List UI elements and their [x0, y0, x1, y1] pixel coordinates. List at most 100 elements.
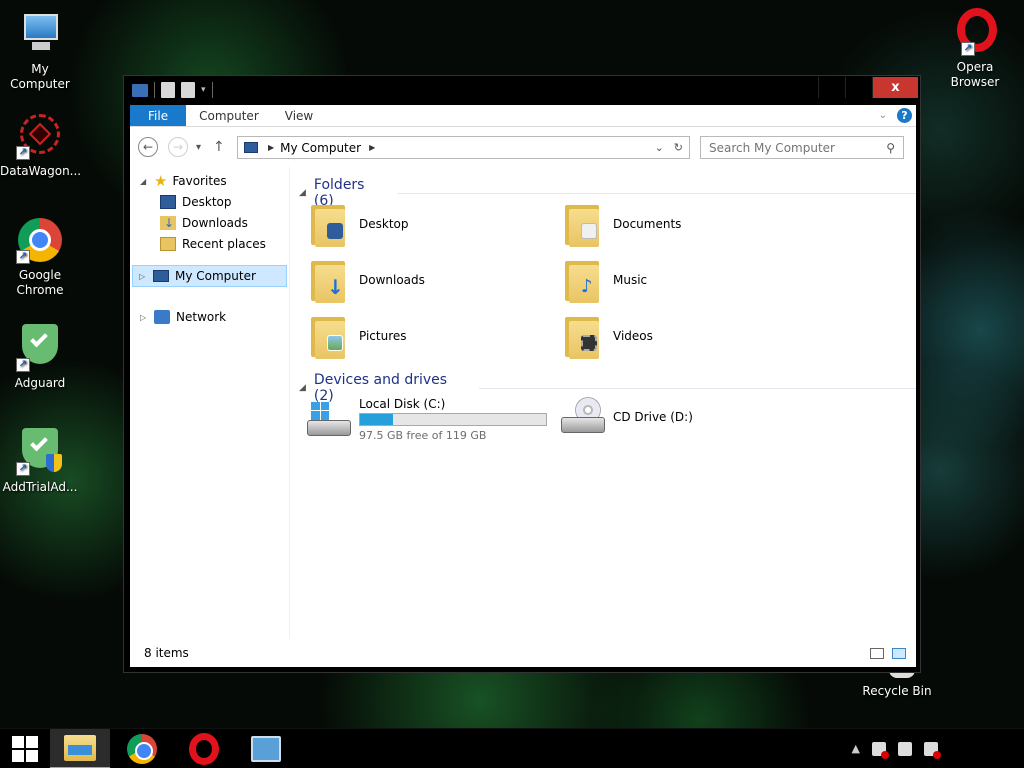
address-dropdown-icon[interactable]: ⌄ — [655, 141, 664, 154]
drive-name: Local Disk (C:) — [359, 397, 446, 411]
drive-name: CD Drive (D:) — [613, 410, 693, 424]
folder-tile-videos[interactable]: Videos — [563, 313, 653, 359]
taskbar-chrome[interactable] — [112, 729, 172, 768]
system-tray: ▲ — [852, 741, 1024, 759]
opera-icon — [189, 732, 219, 765]
nav-item-network[interactable]: ▷ Network — [140, 307, 226, 327]
control-panel-icon — [251, 735, 281, 762]
expand-icon[interactable]: ▷ — [139, 272, 149, 281]
drive-tile-local-disk[interactable]: Local Disk (C:) 97.5 GB free of 119 GB — [305, 397, 547, 442]
recent-locations-icon[interactable]: ▾ — [196, 142, 201, 153]
folder-tile-documents[interactable]: Documents — [563, 201, 681, 247]
collapse-icon[interactable]: ◢ — [299, 188, 306, 198]
network-icon — [154, 310, 170, 324]
windows-logo-icon — [12, 735, 38, 762]
close-button[interactable]: x — [872, 77, 918, 98]
taskbar-control-panel[interactable] — [236, 729, 296, 768]
cd-drive-icon — [559, 397, 607, 437]
computer-small-icon — [153, 270, 169, 282]
nav-item-favorites[interactable]: ◢ ★ Favorites — [140, 171, 227, 191]
qat-dropdown-icon[interactable]: ▾ — [201, 85, 206, 95]
computer-small-icon — [244, 142, 258, 153]
address-bar[interactable]: ▶ My Computer ▶ ⌄ ↻ — [237, 136, 690, 159]
nav-item-my-computer[interactable]: ▷ My Computer — [132, 265, 287, 287]
folder-name: Downloads — [359, 273, 425, 287]
drive-usage-bar — [359, 413, 547, 426]
up-button[interactable]: ↑ — [213, 139, 225, 155]
status-bar: 8 items — [130, 639, 916, 667]
shortcut-arrow-icon: ↗ — [16, 358, 30, 372]
group-divider — [479, 387, 916, 389]
desktop-icon-addtrial[interactable]: ↗ AddTrialAd... — [0, 428, 80, 495]
desktop-icon-label: My Computer — [10, 62, 70, 91]
folder-tile-music[interactable]: ♪ Music — [563, 257, 647, 303]
nav-item-label: Desktop — [182, 195, 232, 209]
chevron-right-icon[interactable]: ▶ — [369, 143, 375, 152]
title-bar[interactable]: ▾ x — [124, 76, 920, 104]
nav-item-downloads[interactable]: ↓ Downloads — [160, 213, 248, 233]
help-icon[interactable]: ? — [897, 108, 912, 123]
taskbar-file-explorer[interactable] — [50, 728, 110, 768]
desktop-icon — [160, 195, 176, 209]
show-hidden-icons-icon[interactable]: ▲ — [852, 742, 860, 755]
details-view-icon[interactable] — [870, 647, 884, 659]
nav-item-recent-places[interactable]: Recent places — [160, 234, 266, 254]
address-path[interactable]: My Computer — [280, 141, 361, 155]
expand-icon[interactable]: ▷ — [140, 313, 150, 322]
qat-separator — [211, 82, 213, 98]
folder-name: Documents — [613, 217, 682, 231]
tab-view[interactable]: View — [272, 105, 326, 126]
large-icons-view-icon[interactable] — [892, 647, 906, 659]
desktop-icon-adguard[interactable]: ↗ Adguard — [0, 324, 80, 391]
minimize-button[interactable] — [818, 77, 845, 98]
volume-muted-icon[interactable] — [924, 741, 941, 759]
desktop-icon-datawagon[interactable]: ↗ DataWagon... — [0, 112, 81, 179]
opera-icon: ↗ — [951, 8, 999, 56]
properties-icon[interactable] — [161, 82, 175, 98]
collapse-icon[interactable]: ◢ — [140, 177, 150, 186]
folder-tile-desktop[interactable]: Desktop — [309, 201, 409, 247]
chrome-icon — [127, 733, 157, 764]
desktop-icon-my-computer[interactable]: My Computer — [0, 10, 80, 92]
search-box[interactable]: ⚲ — [700, 136, 904, 159]
folder-name: Music — [613, 273, 648, 287]
group-divider — [398, 192, 916, 194]
action-center-icon[interactable] — [872, 741, 889, 759]
network-icon[interactable] — [898, 741, 912, 756]
window-body: ◢ ★ Favorites Desktop ↓ Downloads Recent… — [130, 167, 916, 639]
shortcut-arrow-icon: ↗ — [16, 146, 30, 160]
items-count: 8 items — [144, 646, 189, 660]
navigation-pane: ◢ ★ Favorites Desktop ↓ Downloads Recent… — [130, 167, 290, 639]
refresh-icon[interactable]: ↻ — [674, 141, 683, 154]
tab-file[interactable]: File — [130, 105, 187, 126]
computer-icon — [16, 10, 64, 58]
folder-icon — [309, 313, 347, 359]
chevron-right-icon[interactable]: ▶ — [268, 143, 274, 152]
downloads-icon: ↓ — [160, 216, 176, 230]
computer-small-icon — [132, 83, 148, 97]
folder-tile-downloads[interactable]: ↓ Downloads — [309, 257, 425, 303]
nav-item-label: Favorites — [172, 174, 227, 188]
drive-tile-cd[interactable]: CD Drive (D:) — [559, 397, 693, 437]
tab-computer[interactable]: Computer — [186, 105, 272, 126]
back-button[interactable]: ← — [138, 137, 158, 157]
nav-item-desktop[interactable]: Desktop — [160, 192, 232, 212]
desktop-icon-label: Opera Browser — [950, 60, 1000, 89]
shortcut-arrow-icon: ↗ — [16, 462, 30, 476]
ribbon-expand-icon[interactable]: ⌄ — [879, 110, 887, 121]
collapse-icon[interactable]: ◢ — [299, 383, 306, 393]
desktop-icon-google-chrome[interactable]: ↗ Google Chrome — [0, 216, 80, 298]
new-folder-icon[interactable] — [181, 82, 195, 98]
maximize-button[interactable] — [845, 77, 872, 98]
search-input[interactable] — [709, 140, 869, 155]
adguard-icon: ↗ — [16, 324, 64, 372]
desktop-icon-opera[interactable]: ↗ Opera Browser — [935, 8, 1015, 90]
drive-usage-fill — [360, 414, 394, 425]
forward-button[interactable]: → — [168, 137, 188, 157]
folder-tile-pictures[interactable]: Pictures — [309, 313, 407, 359]
taskbar-opera[interactable] — [174, 729, 234, 768]
start-button[interactable] — [0, 729, 50, 768]
chrome-icon: ↗ — [16, 216, 64, 264]
search-icon[interactable]: ⚲ — [886, 141, 895, 155]
folder-icon: ♪ — [563, 257, 601, 303]
